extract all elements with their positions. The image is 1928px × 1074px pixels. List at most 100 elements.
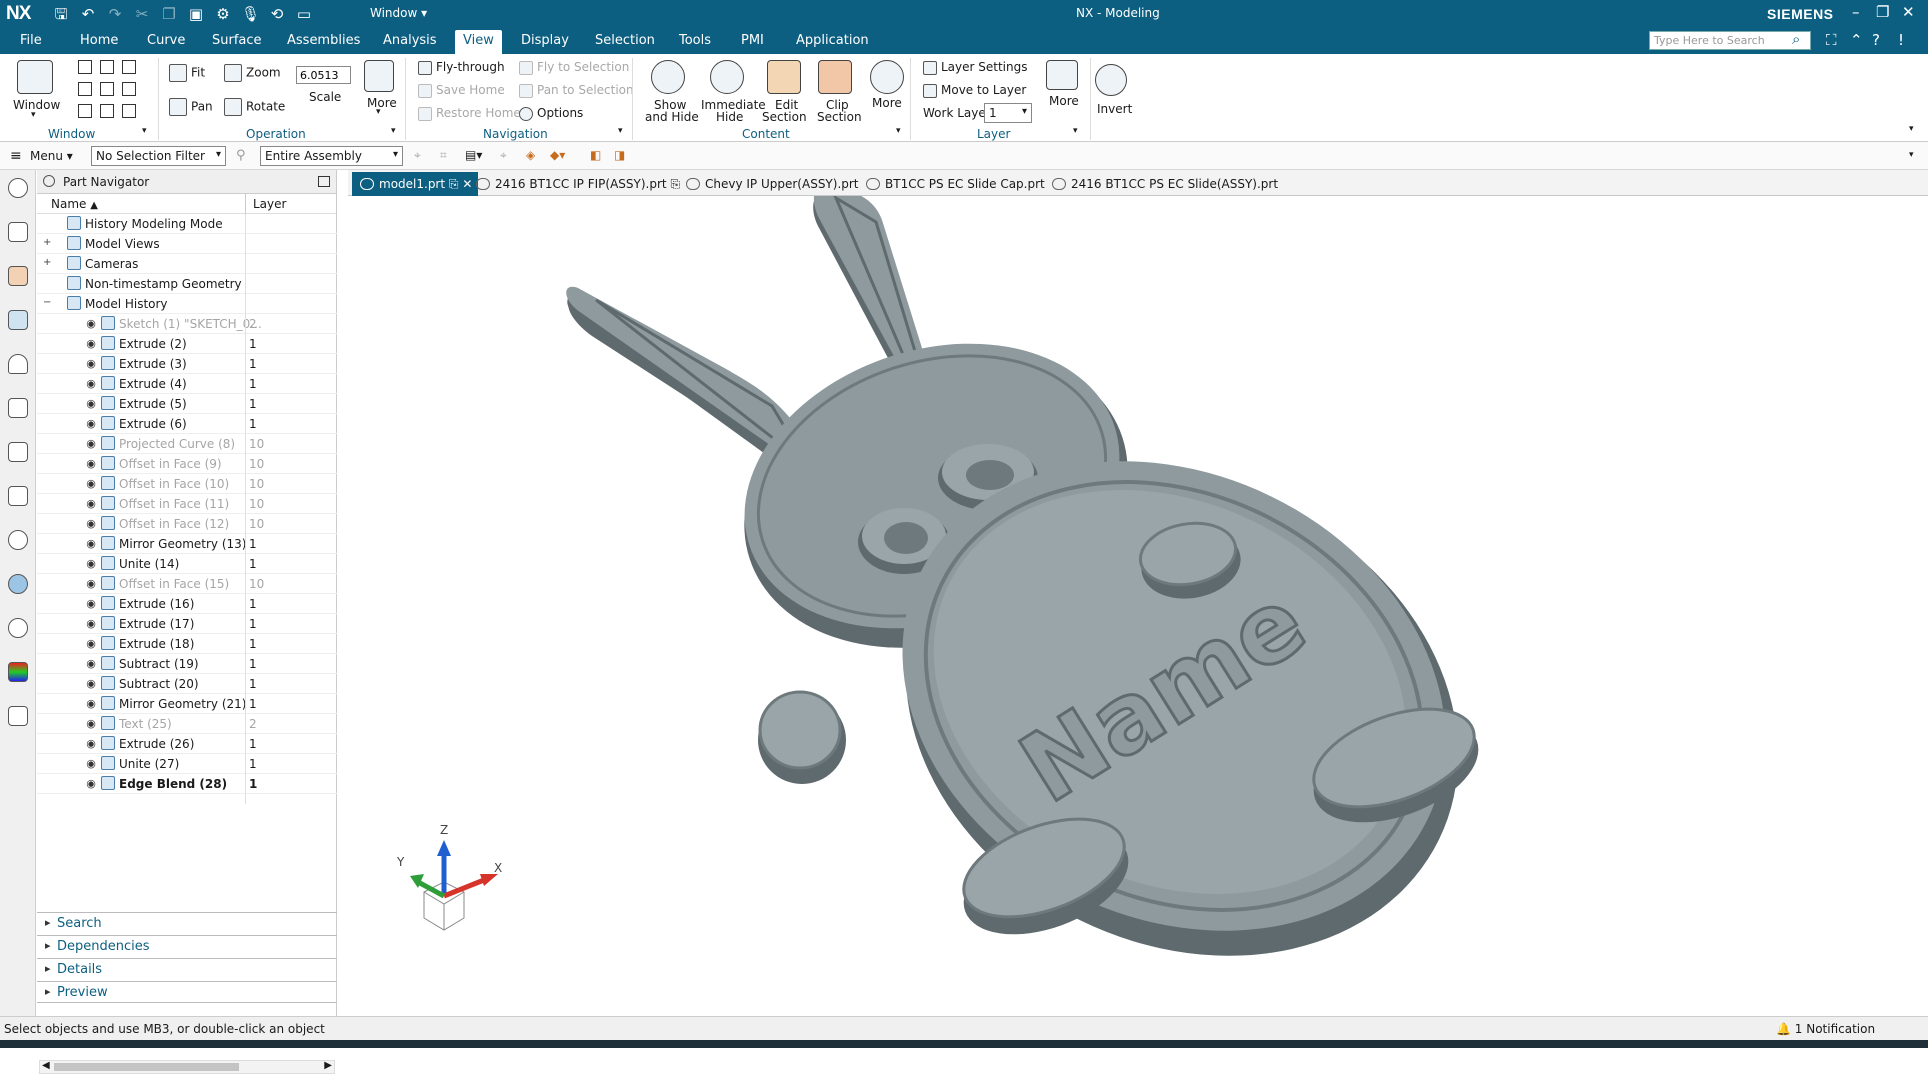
tree-row[interactable]: ◉ Extrude (4) 1 [37, 374, 337, 394]
tree-row[interactable]: Non-timestamp Geometry [37, 274, 337, 294]
tab-chevy-ip-upper[interactable]: Chevy IP Upper(ASSY).prt [686, 172, 859, 196]
menu-button[interactable]: Menu ▾ [30, 149, 73, 163]
scroll-right-icon[interactable]: ▶ [324, 1060, 332, 1071]
visibility-eye-icon[interactable]: ◉ [83, 377, 99, 390]
more-layer-button[interactable]: More [1049, 94, 1079, 108]
layout-single-icon[interactable] [78, 60, 92, 74]
menu-assemblies[interactable]: Assemblies [287, 33, 360, 48]
chevron-down-icon[interactable]: ▾ [376, 107, 381, 117]
layout-three-top-icon[interactable] [78, 104, 92, 118]
expander-icon[interactable]: − [43, 297, 53, 308]
section-search[interactable]: Search [37, 912, 337, 934]
visibility-eye-icon[interactable]: ◉ [83, 317, 99, 330]
tree-row[interactable]: ◉ Extrude (18) 1 [37, 634, 337, 654]
maximize-icon[interactable] [318, 176, 330, 187]
immediate-hide-icon[interactable] [710, 60, 744, 94]
pin-icon[interactable] [43, 175, 55, 187]
filter-icon[interactable]: ⚲ [236, 148, 246, 163]
scale-input[interactable] [296, 66, 351, 84]
repeat-command-icon[interactable]: ⟲ [268, 5, 286, 23]
tree-row[interactable]: ◉ Extrude (16) 1 [37, 594, 337, 614]
visibility-eye-icon[interactable]: ◉ [83, 677, 99, 690]
zoom-button[interactable]: Zoom [224, 64, 281, 82]
visibility-eye-icon[interactable]: ◉ [83, 717, 99, 730]
history-clock-icon[interactable] [8, 618, 28, 638]
tree-row[interactable]: ◉ Sketch (1) "SKETCH_0... 2 [37, 314, 337, 334]
tree-row[interactable]: ◉ Unite (27) 1 [37, 754, 337, 774]
layout-three-right-icon[interactable] [122, 82, 136, 96]
tree-row[interactable]: ◉ Offset in Face (11) 10 [37, 494, 337, 514]
close-icon[interactable]: ✕ [1902, 3, 1915, 21]
tree-row[interactable]: ◉ Extrude (5) 1 [37, 394, 337, 414]
tree-row[interactable]: + Model Views [37, 234, 337, 254]
tree-row[interactable]: ◉ Text (25) 2 [37, 714, 337, 734]
visibility-eye-icon[interactable]: ◉ [83, 357, 99, 370]
visibility-eye-icon[interactable]: ◉ [83, 597, 99, 610]
window-icon[interactable]: ▭ [295, 5, 313, 23]
visibility-eye-icon[interactable]: ◉ [83, 657, 99, 670]
more-operation-icon[interactable] [364, 60, 394, 92]
select-icon[interactable]: ⌗ [440, 148, 447, 163]
restore-icon[interactable]: ❐ [1876, 3, 1889, 21]
redo-icon[interactable]: ↷ [106, 5, 124, 23]
cut-icon[interactable]: ✂ [133, 5, 151, 23]
point-icon[interactable]: ⌖ [500, 148, 507, 163]
visibility-eye-icon[interactable]: ◉ [83, 637, 99, 650]
save-home-button[interactable]: Save Home [418, 83, 505, 98]
expander-icon[interactable]: + [43, 257, 53, 268]
part-navigator-icon[interactable] [8, 310, 28, 330]
pan-button[interactable]: Pan [169, 98, 213, 116]
hamburger-icon[interactable]: ≡ [10, 148, 22, 164]
restore-home-button[interactable]: Restore Home [418, 106, 521, 121]
notification-button[interactable]: 🔔 1 Notification [1776, 1022, 1875, 1036]
copy-icon[interactable]: ❐ [160, 5, 178, 23]
bunny-keychain-model[interactable]: Name [566, 185, 1540, 1016]
scrollbar-thumb[interactable] [54, 1063, 239, 1071]
group-dropdown-icon[interactable]: ▾ [391, 126, 396, 136]
toolbar-options-icon[interactable]: ▾ [1909, 150, 1914, 160]
fly-to-selection-button[interactable]: Fly to Selection [519, 60, 629, 75]
visibility-eye-icon[interactable]: ◉ [83, 697, 99, 710]
tree-row[interactable]: ◉ Mirror Geometry (21) 1 [37, 694, 337, 714]
palette-icon[interactable] [8, 662, 28, 682]
menu-tools[interactable]: Tools [679, 33, 711, 48]
group-dropdown-icon[interactable]: ▾ [1073, 126, 1078, 136]
tree-row[interactable]: ◉ Extrude (26) 1 [37, 734, 337, 754]
tree-row[interactable]: ◉ Offset in Face (10) 10 [37, 474, 337, 494]
component-icon[interactable]: ◧ [590, 148, 601, 162]
section-dependencies[interactable]: Dependencies [37, 935, 337, 957]
tab-2416-bt1cc-ps-ec-slide[interactable]: 2416 BT1CC PS EC Slide(ASSY).prt [1052, 172, 1278, 196]
visibility-eye-icon[interactable]: ◉ [83, 517, 99, 530]
menu-application[interactable]: Application [796, 33, 869, 48]
visibility-eye-icon[interactable]: ◉ [83, 617, 99, 630]
graphics-viewport[interactable]: Name X Y Z [348, 185, 1920, 1016]
show-hide-icon[interactable] [651, 60, 685, 94]
layout-three-bottom-icon[interactable] [100, 104, 114, 118]
layout-two-horizontal-icon[interactable] [122, 60, 136, 74]
tab-options-icon[interactable]: ⎘ [670, 177, 680, 191]
layout-three-left-icon[interactable] [100, 82, 114, 96]
window-big-button[interactable]: Window [13, 98, 60, 112]
alert-icon[interactable]: ! [1898, 31, 1904, 49]
visibility-eye-icon[interactable]: ◉ [83, 557, 99, 570]
paste-icon[interactable]: ▣ [187, 5, 205, 23]
globe-icon[interactable] [8, 574, 28, 594]
save-icon[interactable]: 🖫 [52, 5, 70, 23]
more-operation-button[interactable]: More [367, 96, 397, 110]
group-dropdown-icon[interactable]: ▾ [618, 126, 623, 136]
menu-pmi[interactable]: PMI [741, 33, 764, 48]
feature-icon[interactable]: ◈ [526, 148, 535, 162]
search-icon[interactable]: ⌕ [1792, 30, 1800, 48]
gear-icon[interactable] [8, 178, 28, 198]
menu-surface[interactable]: Surface [212, 33, 262, 48]
fly-through-button[interactable]: Fly-through [418, 60, 505, 75]
group-dropdown-icon[interactable]: ▾ [142, 126, 147, 136]
help-icon[interactable]: ? [1872, 31, 1880, 49]
clip-section-icon[interactable] [818, 60, 852, 94]
menu-home[interactable]: Home [80, 33, 118, 48]
horizontal-scrollbar[interactable]: ◀ ▶ [39, 1060, 335, 1074]
tree-row[interactable]: ◉ Extrude (2) 1 [37, 334, 337, 354]
window-big-icon[interactable] [17, 60, 53, 94]
info-icon[interactable] [8, 530, 28, 550]
layer-settings-button[interactable]: Layer Settings [923, 60, 1028, 75]
